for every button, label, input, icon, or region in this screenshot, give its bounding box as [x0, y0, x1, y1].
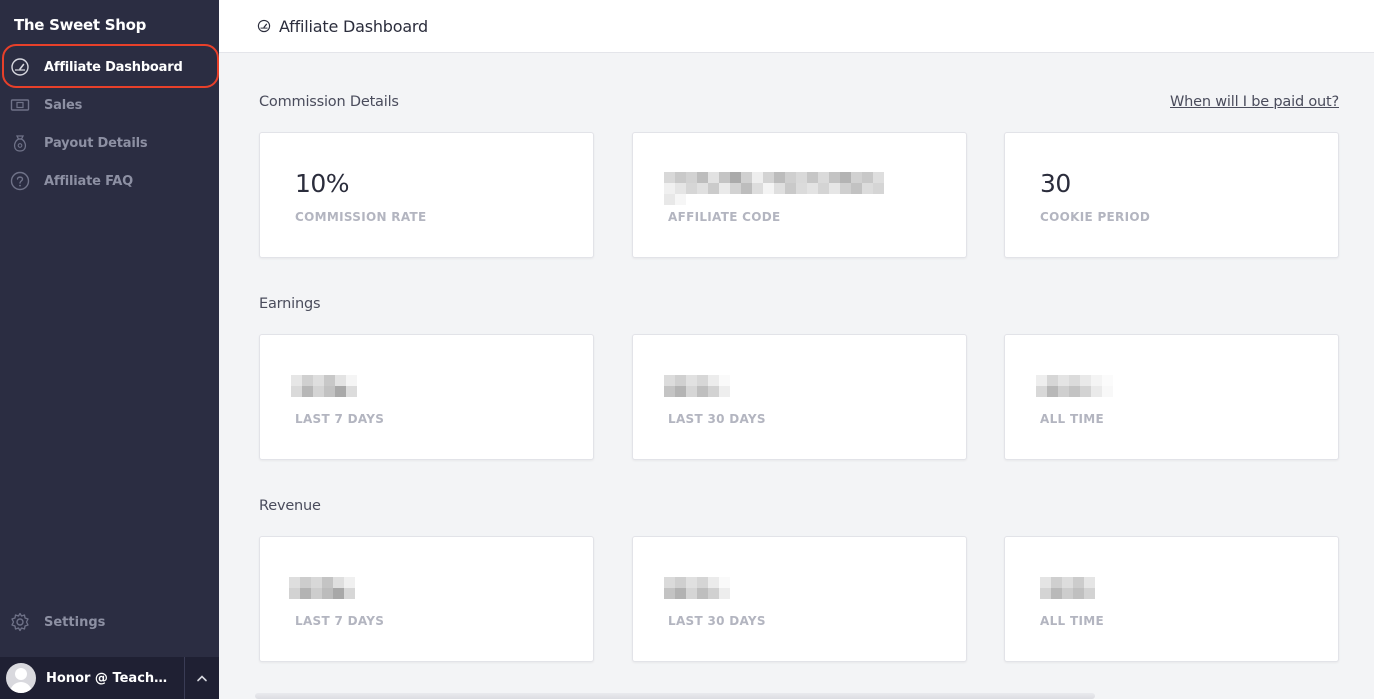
gauge-icon — [10, 57, 30, 77]
chevron-up-icon[interactable] — [184, 657, 219, 699]
commission-rate-card: 10% COMMISSION RATE — [259, 132, 594, 258]
revenue-7-days-card: LAST 7 DAYS — [259, 536, 594, 662]
revenue-section-title: Revenue — [259, 498, 321, 514]
sidebar-item-label: Affiliate FAQ — [44, 173, 133, 189]
sidebar-item-label: Payout Details — [44, 135, 148, 151]
school-name[interactable]: The Sweet Shop — [14, 16, 146, 34]
redacted-value — [1036, 375, 1124, 397]
redacted-affiliate-code — [664, 172, 894, 205]
redacted-value — [291, 375, 357, 397]
sidebar-item-affiliate-faq[interactable]: Affiliate FAQ — [0, 162, 219, 200]
sidebar-item-label: Affiliate Dashboard — [44, 59, 183, 75]
sidebar-item-settings[interactable]: Settings — [0, 603, 219, 641]
earnings-30-days-label: LAST 30 DAYS — [668, 412, 766, 426]
cookie-period-card: 30 COOKIE PERIOD — [1004, 132, 1339, 258]
cookie-period-label: COOKIE PERIOD — [1040, 210, 1151, 224]
sidebar-item-label: Sales — [44, 97, 83, 113]
commission-rate-value: 10% — [295, 169, 350, 198]
sidebar-item-sales[interactable]: Sales — [0, 86, 219, 124]
revenue-all-time-label: ALL TIME — [1040, 614, 1104, 628]
revenue-30-days-card: LAST 30 DAYS — [632, 536, 967, 662]
earnings-7-days-card: LAST 7 DAYS — [259, 334, 594, 460]
settings-label: Settings — [44, 614, 106, 630]
gear-icon — [10, 612, 30, 632]
avatar — [6, 663, 36, 693]
sidebar-nav: Affiliate Dashboard Sales Payout Details… — [0, 44, 219, 200]
next-section-edge — [255, 693, 1095, 699]
revenue-30-days-label: LAST 30 DAYS — [668, 614, 766, 628]
user-name: Honor @ Teachable — [46, 670, 174, 686]
earnings-7-days-label: LAST 7 DAYS — [295, 412, 385, 426]
cookie-period-value: 30 — [1040, 169, 1071, 198]
money-icon — [10, 95, 30, 115]
affiliate-code-card: AFFILIATE CODE — [632, 132, 967, 258]
redacted-value — [289, 577, 355, 599]
commission-section-title: Commission Details — [259, 94, 399, 110]
user-menu[interactable]: Honor @ Teachable — [0, 657, 219, 699]
gauge-icon — [257, 19, 271, 33]
commission-rate-label: COMMISSION RATE — [295, 210, 427, 224]
redacted-value — [664, 577, 730, 599]
question-icon — [10, 171, 30, 191]
earnings-section-title: Earnings — [259, 296, 321, 312]
page-title: Affiliate Dashboard — [279, 16, 428, 36]
redacted-value — [664, 375, 730, 397]
payout-faq-link[interactable]: When will I be paid out? — [1170, 94, 1339, 110]
redacted-value — [1040, 577, 1095, 599]
earnings-all-time-card: ALL TIME — [1004, 334, 1339, 460]
sidebar-item-payout-details[interactable]: Payout Details — [0, 124, 219, 162]
money-bag-icon — [10, 133, 30, 153]
earnings-30-days-card: LAST 30 DAYS — [632, 334, 967, 460]
earnings-all-time-label: ALL TIME — [1040, 412, 1104, 426]
revenue-all-time-card: ALL TIME — [1004, 536, 1339, 662]
affiliate-code-label: AFFILIATE CODE — [668, 210, 781, 224]
page-header: Affiliate Dashboard — [219, 0, 1374, 53]
sidebar: The Sweet Shop Affiliate Dashboard Sales… — [0, 0, 219, 699]
revenue-7-days-label: LAST 7 DAYS — [295, 614, 385, 628]
sidebar-item-affiliate-dashboard[interactable]: Affiliate Dashboard — [0, 44, 219, 88]
